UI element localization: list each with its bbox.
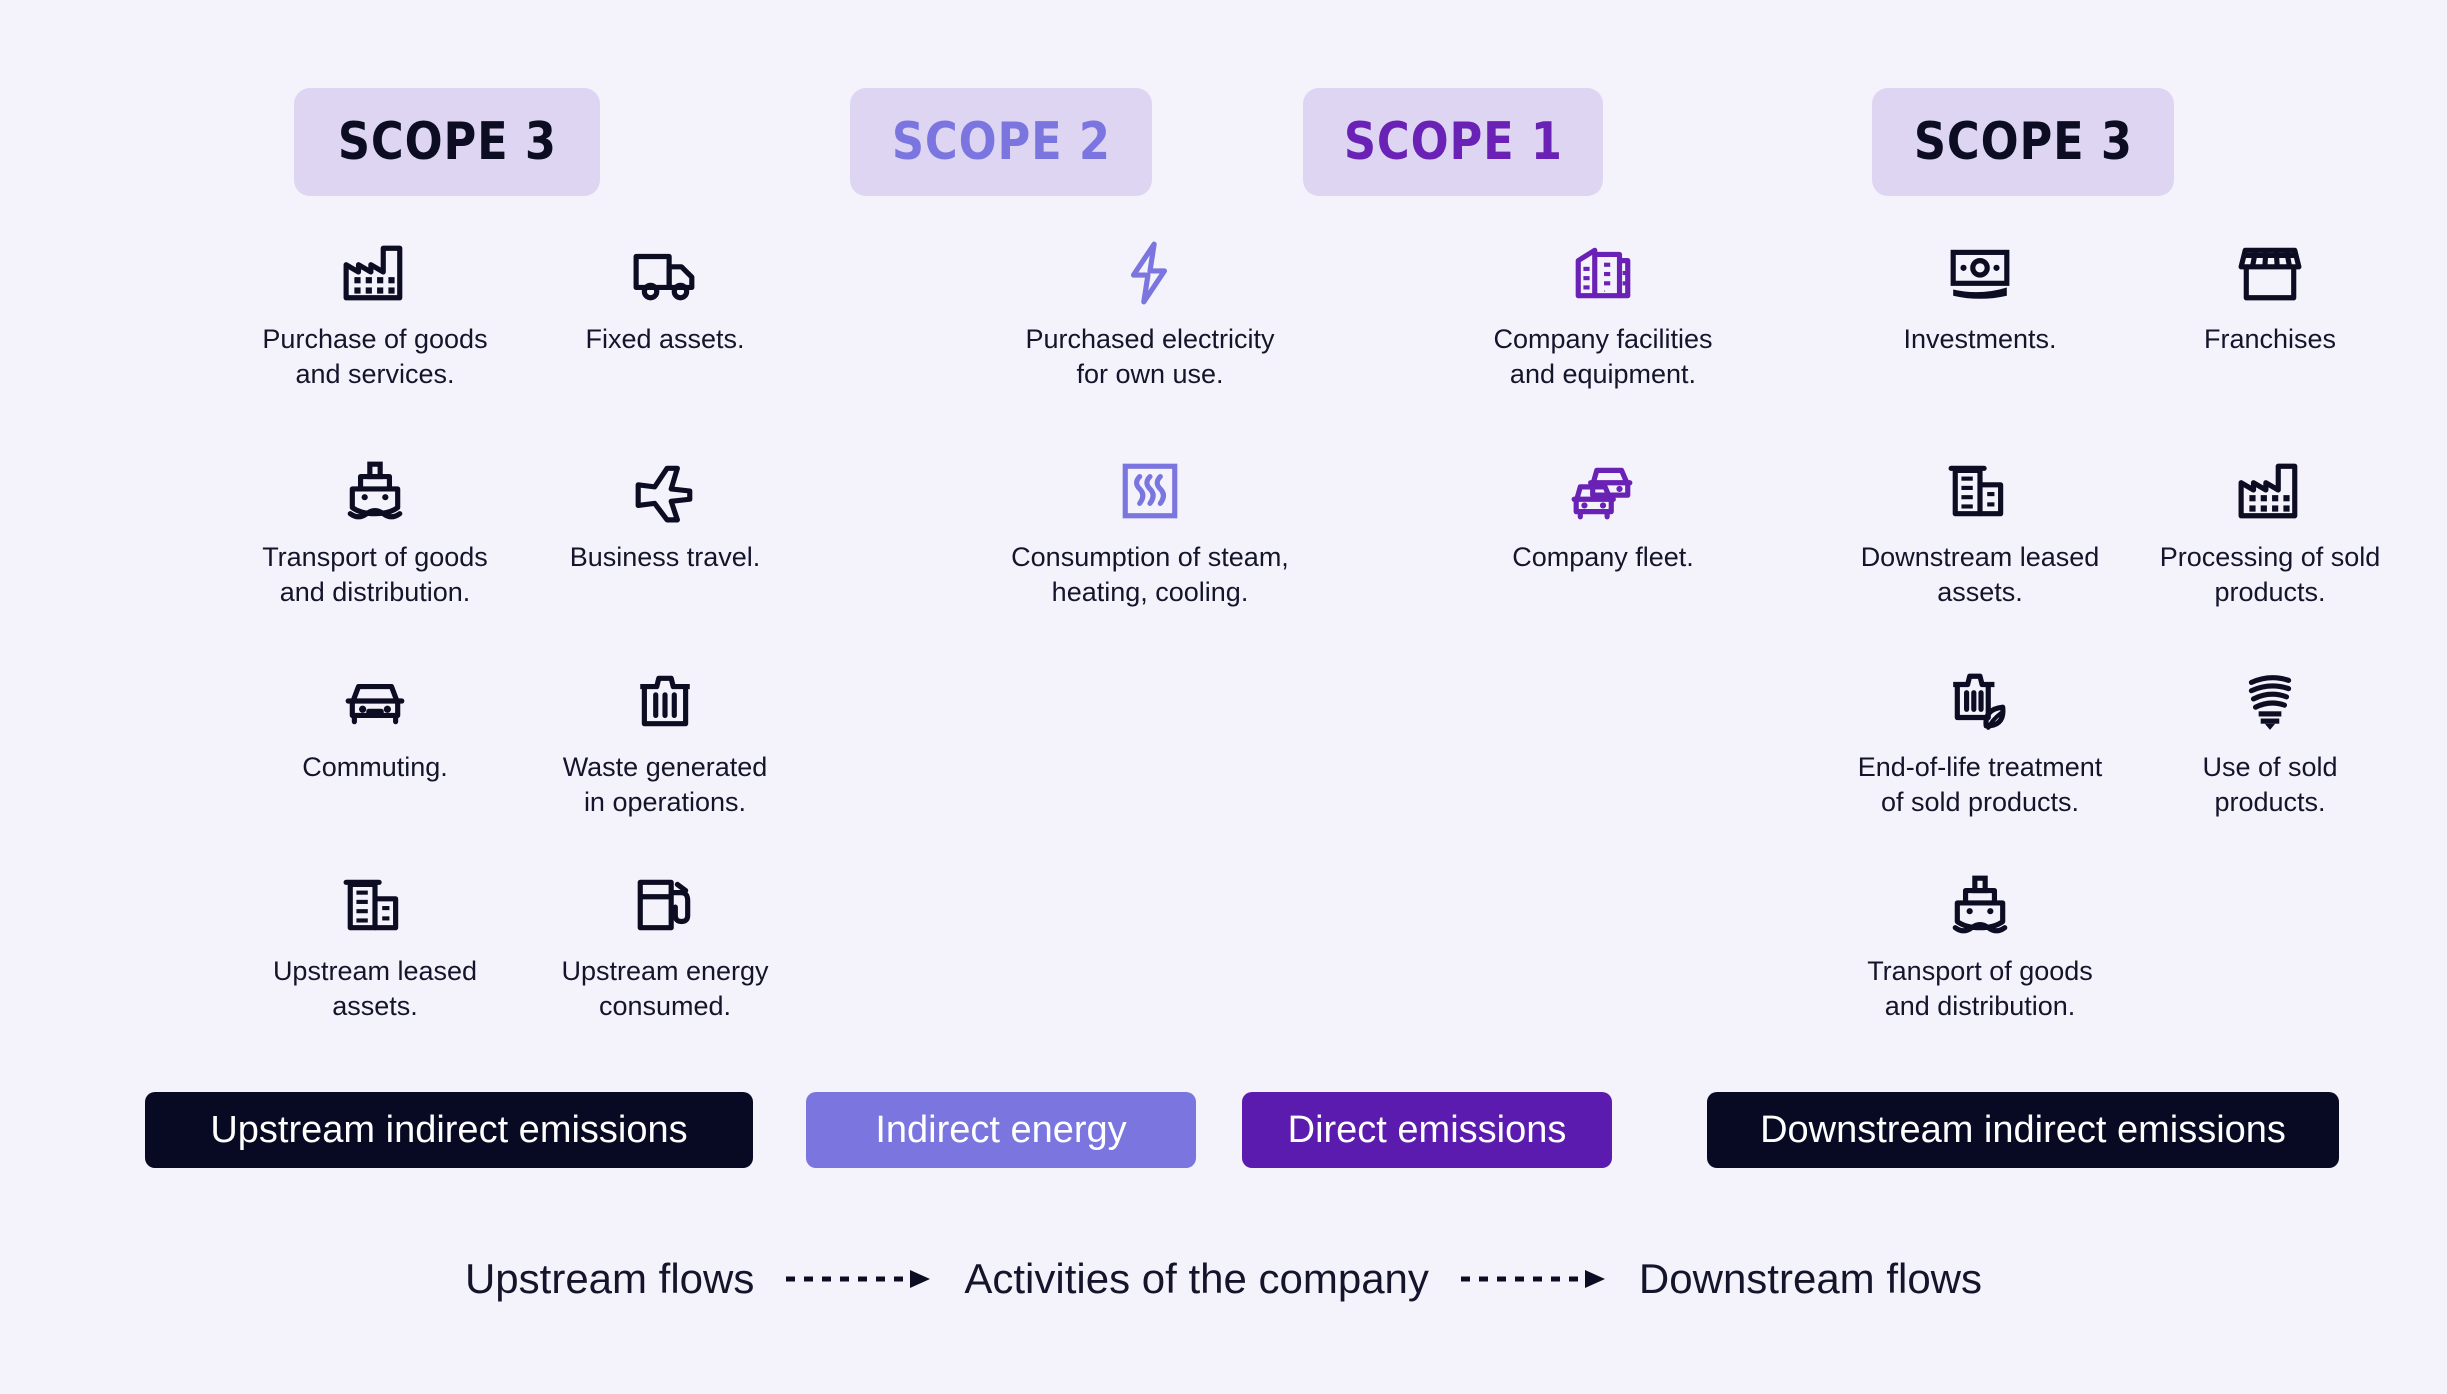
emission-category-item: Processing of sold products. [2120, 458, 2420, 610]
emission-category-label: Use of sold products. [2202, 752, 2338, 817]
truck-icon [515, 240, 815, 306]
flow-label: Downstream flows [1638, 1255, 1983, 1302]
scope-chip-label: SCOPE 3 [1913, 112, 2133, 172]
ship-icon [225, 458, 525, 524]
emission-category-item: Consumption of steam, heating, cooling. [1000, 458, 1300, 610]
scope-chip-1: SCOPE 3 [294, 88, 600, 196]
emission-category-label: Company fleet. [1512, 542, 1694, 572]
scope-chip-4: SCOPE 3 [1872, 88, 2174, 196]
emission-scope-banner: Direct emissions [1242, 1092, 1612, 1168]
emission-category-label: Commuting. [302, 752, 448, 782]
emission-category-item: Purchased electricity for own use. [1000, 240, 1300, 392]
emission-category-item: Company fleet. [1453, 458, 1753, 575]
emission-category-item: Fixed assets. [515, 240, 815, 357]
emission-category-item: Upstream energy consumed. [515, 872, 815, 1024]
scope-chip-label: SCOPE 3 [337, 112, 557, 172]
emission-category-item: Transport of goods and distribution. [1830, 872, 2130, 1024]
emission-category-item: Business travel. [515, 458, 815, 575]
two-cars-fleet-icon [1453, 458, 1753, 524]
emission-category-label: Waste generated in operations. [562, 752, 768, 817]
emission-category-label: Upstream energy consumed. [561, 956, 769, 1021]
emission-category-item: Franchises [2120, 240, 2420, 357]
car-icon [225, 668, 525, 734]
storefront-icon [2120, 240, 2420, 306]
ship-icon [1830, 872, 2130, 938]
emission-category-item: End-of-life treatment of sold products. [1830, 668, 2130, 820]
banknote-icon [1830, 240, 2130, 306]
radiator-heat-icon [1000, 458, 1300, 524]
office-building-icon [1453, 240, 1753, 306]
lightning-bolt-icon [1000, 240, 1300, 306]
emission-category-item: Investments. [1830, 240, 2130, 357]
emission-category-label: Purchase of goods and services. [262, 324, 488, 389]
emission-category-label: Transport of goods and distribution. [262, 542, 488, 607]
emission-category-label: Consumption of steam, heating, cooling. [1011, 542, 1289, 607]
emission-category-item: Transport of goods and distribution. [225, 458, 525, 610]
emission-category-item: Company facilities and equipment. [1453, 240, 1753, 392]
emission-category-label: Investments. [1903, 324, 2057, 354]
airplane-icon [515, 458, 815, 524]
emission-category-label: Franchises [2203, 324, 2337, 354]
light-bulb-cfl-icon [2120, 668, 2420, 734]
scope-chip-3: SCOPE 1 [1303, 88, 1603, 196]
dashed-arrow-right-icon [784, 1267, 934, 1291]
emission-scope-banner: Upstream indirect emissions [145, 1092, 753, 1168]
factory-icon [2120, 458, 2420, 524]
scope-chip-label: SCOPE 2 [891, 112, 1111, 172]
trash-bin-leaf-icon [1830, 668, 2130, 734]
buildings-icon [1830, 458, 2130, 524]
emission-category-label: Business travel. [569, 542, 761, 572]
emission-category-label: Purchased electricity for own use. [1025, 324, 1275, 389]
emission-scope-banner: Indirect energy [806, 1092, 1196, 1168]
emission-category-item: Waste generated in operations. [515, 668, 815, 820]
flow-label: Upstream flows [464, 1255, 755, 1302]
emission-scope-banner: Downstream indirect emissions [1707, 1092, 2339, 1168]
emission-scope-banner-label: Indirect energy [875, 1108, 1127, 1151]
emission-scope-banner-label: Direct emissions [1287, 1108, 1567, 1151]
emission-category-label: End-of-life treatment of sold products. [1857, 752, 2103, 817]
emission-category-item: Upstream leased assets. [225, 872, 525, 1024]
emission-category-item: Downstream leased assets. [1830, 458, 2130, 610]
fuel-pump-icon [515, 872, 815, 938]
buildings-icon [225, 872, 525, 938]
trash-bin-icon [515, 668, 815, 734]
factory-icon [225, 240, 525, 306]
emission-category-label: Fixed assets. [585, 324, 745, 354]
scope-header-row: SCOPE 3 SCOPE 2 SCOPE 1 SCOPE 3 [0, 88, 2447, 196]
emission-scope-banner-label: Upstream indirect emissions [210, 1108, 688, 1151]
emission-scope-banner-label: Downstream indirect emissions [1760, 1108, 2286, 1151]
emission-category-label: Processing of sold products. [2159, 542, 2381, 607]
emission-category-item: Use of sold products. [2120, 668, 2420, 820]
emission-category-item: Purchase of goods and services. [225, 240, 525, 392]
scope-chip-2: SCOPE 2 [850, 88, 1152, 196]
dashed-arrow-right-icon [1459, 1267, 1609, 1291]
emission-category-label: Transport of goods and distribution. [1867, 956, 2093, 1021]
emission-category-label: Upstream leased assets. [272, 956, 478, 1021]
emission-category-label: Company facilities and equipment. [1493, 324, 1713, 389]
flow-legend: Upstream flows Activities of the company D… [0, 1255, 2447, 1303]
emission-category-label: Downstream leased assets. [1860, 542, 2100, 607]
scope-emissions-diagram: SCOPE 3 SCOPE 2 SCOPE 1 SCOPE 3 Purchase of… [0, 0, 2447, 1394]
flow-label: Activities of the company [964, 1255, 1429, 1302]
emission-category-item: Commuting. [225, 668, 525, 785]
scope-chip-label: SCOPE 1 [1343, 112, 1563, 172]
